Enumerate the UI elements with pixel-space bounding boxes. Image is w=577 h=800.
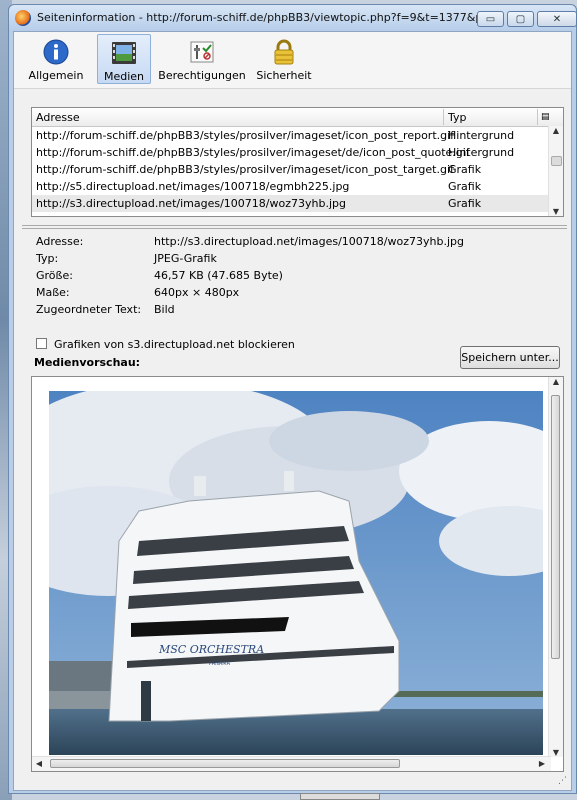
media-list[interactable]: Adresse Typ ▤ http://forum-schiff.de/php… xyxy=(31,107,564,217)
close-button[interactable]: ✕ xyxy=(537,11,577,27)
resize-grip-icon[interactable]: ⋰ xyxy=(558,776,567,786)
item-type: Grafik xyxy=(448,163,482,176)
scroll-down-icon[interactable]: ▼ xyxy=(549,748,563,757)
save-as-button[interactable]: Speichern unter... xyxy=(460,346,560,369)
item-address: http://forum-schiff.de/phpBB3/styles/pro… xyxy=(36,163,454,176)
detail-label: Adresse: xyxy=(36,235,84,248)
detail-value: Bild xyxy=(154,303,175,316)
scroll-up-icon[interactable]: ▲ xyxy=(549,377,563,386)
column-type[interactable]: Typ xyxy=(448,111,467,124)
block-images-label[interactable]: Grafiken von s3.directupload.net blockie… xyxy=(54,338,295,351)
close-icon: ✕ xyxy=(552,13,562,25)
detail-alt-text: Zugeordneter Text: Bild xyxy=(36,303,556,319)
tab-label: Allgemein xyxy=(28,69,84,82)
page-info-window: Seiteninformation - http://forum-schiff.… xyxy=(8,4,577,794)
scroll-up-icon[interactable]: ▲ xyxy=(549,126,563,135)
dialog-content: Allgemein Medien Berechtigungen Sicherhe… xyxy=(13,31,572,791)
info-icon xyxy=(43,39,69,65)
item-type: Grafik xyxy=(448,180,482,193)
detail-dimensions: Maße: 640px × 480px xyxy=(36,286,556,302)
detail-label: Maße: xyxy=(36,286,70,299)
item-address: http://s5.directupload.net/images/100718… xyxy=(36,180,350,193)
window-title: Seiteninformation - http://forum-schiff.… xyxy=(37,11,477,24)
detail-size: Größe: 46,57 KB (47.685 Byte) xyxy=(36,269,556,285)
preview-horizontal-scrollbar[interactable]: ◀ ▶ xyxy=(32,756,551,771)
title-bar[interactable]: Seiteninformation - http://forum-schiff.… xyxy=(9,5,577,31)
detail-label: Typ: xyxy=(36,252,59,265)
detail-address: Adresse: http://s3.directupload.net/imag… xyxy=(36,235,556,251)
column-address[interactable]: Adresse xyxy=(36,111,80,124)
item-address: http://s3.directupload.net/images/100718… xyxy=(36,197,346,210)
tab-label: Sicherheit xyxy=(256,69,312,82)
list-item[interactable]: http://forum-schiff.de/phpBB3/styles/pro… xyxy=(32,161,548,178)
item-address: http://forum-schiff.de/phpBB3/styles/pro… xyxy=(36,146,470,159)
list-item[interactable]: http://forum-schiff.de/phpBB3/styles/pro… xyxy=(32,144,548,161)
detail-label: Größe: xyxy=(36,269,73,282)
preview-image: MSC ORCHESTRA PANAMA xyxy=(49,391,543,755)
detail-value: JPEG-Grafik xyxy=(154,252,217,265)
permissions-icon xyxy=(190,41,214,63)
detail-value: 46,57 KB (47.685 Byte) xyxy=(154,269,283,282)
media-preview: MSC ORCHESTRA PANAMA ▲ ▼ ◀ ▶ xyxy=(31,376,564,772)
tab-sicherheit[interactable]: Sicherheit xyxy=(252,34,316,84)
list-item-selected[interactable]: http://s3.directupload.net/images/100718… xyxy=(32,195,548,212)
column-separator[interactable] xyxy=(537,109,538,125)
block-images-checkbox[interactable] xyxy=(36,338,47,349)
tab-berechtigungen[interactable]: Berechtigungen xyxy=(158,34,246,84)
list-item[interactable]: http://forum-schiff.de/phpBB3/styles/pro… xyxy=(32,127,548,144)
maximize-button[interactable]: ▢ xyxy=(507,11,534,27)
tab-medien[interactable]: Medien xyxy=(97,34,151,84)
scroll-right-icon[interactable]: ▶ xyxy=(535,757,549,771)
tab-label: Berechtigungen xyxy=(158,69,246,82)
ship-name-text: MSC ORCHESTRA xyxy=(158,643,264,656)
item-address: http://forum-schiff.de/phpBB3/styles/pro… xyxy=(36,129,455,142)
detail-type: Typ: JPEG-Grafik xyxy=(36,252,556,268)
item-type: Hintergrund xyxy=(448,146,515,159)
minimize-icon: ▭ xyxy=(485,13,496,25)
minimize-button[interactable]: ▭ xyxy=(477,11,504,27)
preview-heading: Medienvorschau: xyxy=(34,356,141,369)
preview-vertical-scrollbar[interactable]: ▲ ▼ xyxy=(548,377,563,757)
tab-toolbar: Allgemein Medien Berechtigungen Sicherhe… xyxy=(14,32,571,89)
scroll-left-icon[interactable]: ◀ xyxy=(32,757,46,771)
maximize-icon: ▢ xyxy=(515,13,526,25)
detail-value: 640px × 480px xyxy=(154,286,240,299)
scroll-thumb[interactable] xyxy=(551,395,560,659)
scroll-thumb[interactable] xyxy=(50,759,400,768)
tab-allgemein[interactable]: Allgemein xyxy=(22,34,90,84)
taskbar-button[interactable] xyxy=(300,793,380,800)
column-picker-icon[interactable]: ▤ xyxy=(541,112,550,122)
media-list-header: Adresse Typ ▤ xyxy=(32,108,563,127)
ship-port-text: PANAMA xyxy=(209,661,231,667)
lock-icon xyxy=(274,39,294,65)
splitter[interactable] xyxy=(22,225,567,226)
detail-value: http://s3.directupload.net/images/100718… xyxy=(154,235,464,248)
scroll-thumb[interactable] xyxy=(551,156,562,166)
item-type: Hintergrund xyxy=(448,129,515,142)
detail-label: Zugeordneter Text: xyxy=(36,303,142,316)
scroll-down-icon[interactable]: ▼ xyxy=(549,207,563,216)
media-icon xyxy=(112,42,136,64)
list-item[interactable]: http://s5.directupload.net/images/100718… xyxy=(32,178,548,195)
firefox-icon xyxy=(15,10,31,26)
splitter-line xyxy=(22,228,567,229)
media-list-scrollbar[interactable]: ▲ ▼ xyxy=(548,126,563,216)
column-separator[interactable] xyxy=(443,109,444,125)
tab-label: Medien xyxy=(103,70,145,83)
item-type: Grafik xyxy=(448,197,482,210)
